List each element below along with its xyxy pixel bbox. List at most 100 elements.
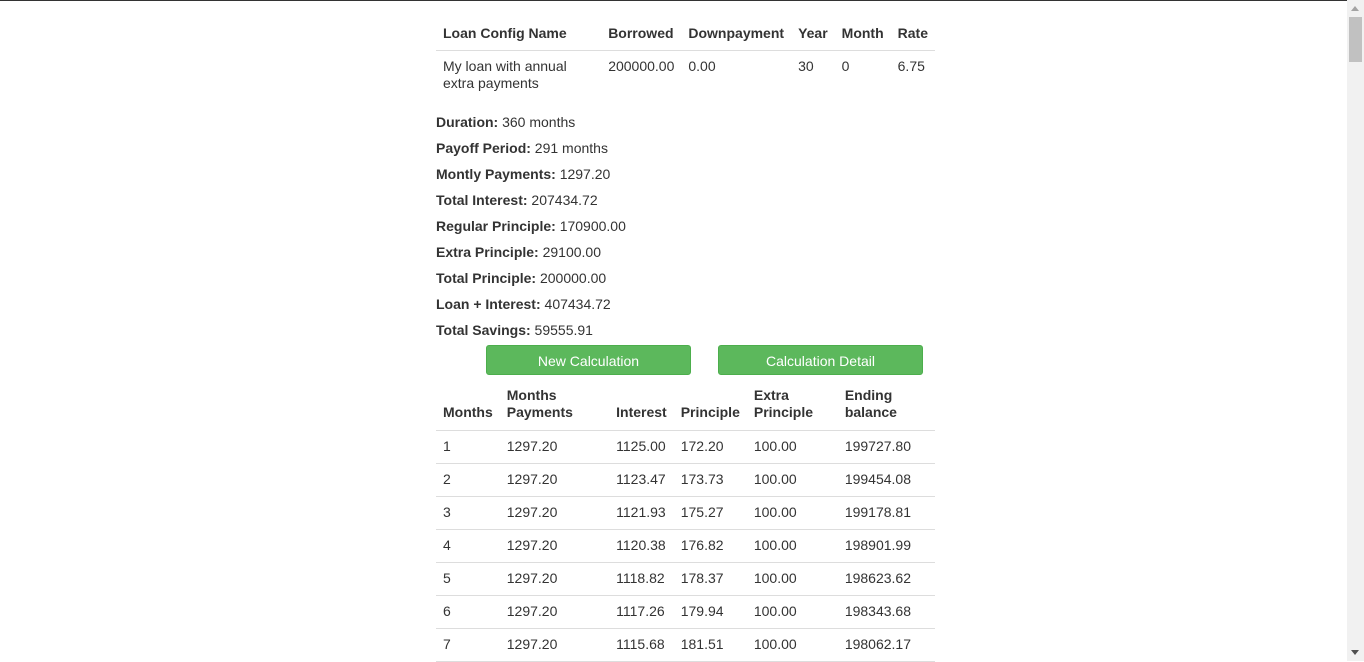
ending-balance-cell: 198901.99 xyxy=(837,529,935,563)
summary-value: 200000.00 xyxy=(539,270,607,286)
month-cell: 5 xyxy=(436,562,500,596)
summary-duration: Duration: 360 months xyxy=(436,114,935,140)
payment-cell: 1297.20 xyxy=(499,496,610,530)
header-interest: Interest xyxy=(616,404,667,420)
amortization-table: Months Months Payments Interest Principl… xyxy=(436,383,935,662)
header-months-payments: Months Payments xyxy=(506,387,573,420)
principle-cell: 181.51 xyxy=(673,628,747,662)
summary-label: Payoff Period: xyxy=(436,140,531,156)
summary-payoff-period: Payoff Period: 291 months xyxy=(436,140,935,166)
config-header-downpayment: Downpayment xyxy=(681,17,792,51)
summary-value: 29100.00 xyxy=(542,244,601,260)
payment-cell: 1297.20 xyxy=(499,463,610,497)
extra-principle-cell: 100.00 xyxy=(746,430,838,464)
table-row: 1 1297.20 1125.00 172.20 100.00 199727.8… xyxy=(436,430,935,464)
summary-label: Total Interest: xyxy=(436,192,528,208)
config-header-row: Loan Config Name Borrowed Downpayment Ye… xyxy=(436,17,935,51)
ending-balance-cell: 198623.62 xyxy=(837,562,935,596)
vertical-scrollbar[interactable] xyxy=(1347,0,1364,661)
table-row: 2 1297.20 1123.47 173.73 100.00 199454.0… xyxy=(436,463,935,497)
summary-value: 360 months xyxy=(502,114,576,130)
principle-cell: 179.94 xyxy=(673,595,747,629)
ending-balance-cell: 199178.81 xyxy=(837,496,935,530)
summary-label: Total Savings: xyxy=(436,322,531,338)
principle-cell: 176.82 xyxy=(673,529,747,563)
summary-label: Montly Payments: xyxy=(436,166,556,182)
interest-cell: 1123.47 xyxy=(609,463,674,497)
table-row: 3 1297.20 1121.93 175.27 100.00 199178.8… xyxy=(436,496,935,530)
scroll-up-arrow-icon[interactable] xyxy=(1347,0,1364,17)
config-row: My loan with annual extra payments 20000… xyxy=(436,51,935,101)
principle-cell: 175.27 xyxy=(673,496,747,530)
summary-value: 291 months xyxy=(534,140,608,156)
config-header-month: Month xyxy=(834,17,891,51)
summary-regular-principle: Regular Principle: 170900.00 xyxy=(436,218,935,244)
new-calculation-button[interactable]: New Calculation xyxy=(486,345,691,375)
header-extra-principle: Extra Principle xyxy=(753,387,813,420)
payment-cell: 1297.20 xyxy=(499,562,610,596)
scroll-down-arrow-icon[interactable] xyxy=(1347,644,1364,661)
loan-config-table: Loan Config Name Borrowed Downpayment Ye… xyxy=(436,17,935,100)
interest-cell: 1121.93 xyxy=(609,496,674,530)
summary-value: 207434.72 xyxy=(531,192,598,208)
table-row: 5 1297.20 1118.82 178.37 100.00 198623.6… xyxy=(436,562,935,596)
config-header-borrowed: Borrowed xyxy=(601,17,682,51)
summary-label: Regular Principle: xyxy=(436,218,556,234)
config-year-cell: 30 xyxy=(798,58,814,74)
extra-principle-cell: 100.00 xyxy=(746,463,838,497)
config-name-cell: My loan with annual extra payments xyxy=(443,58,567,91)
interest-cell: 1115.68 xyxy=(609,628,674,662)
config-header-name: Loan Config Name xyxy=(436,17,602,51)
calculation-detail-button[interactable]: Calculation Detail xyxy=(718,345,923,375)
config-month-cell: 0 xyxy=(841,58,850,74)
table-row: 7 1297.20 1115.68 181.51 100.00 198062.1… xyxy=(436,628,935,662)
header-months: Months xyxy=(443,404,493,420)
principle-cell: 172.20 xyxy=(673,430,747,464)
payment-cell: 1297.20 xyxy=(499,595,610,629)
scrollbar-thumb[interactable] xyxy=(1349,17,1362,62)
config-rate-cell: 6.75 xyxy=(897,58,925,74)
month-cell: 6 xyxy=(436,595,500,629)
config-borrowed-cell: 200000.00 xyxy=(608,58,675,74)
month-cell: 1 xyxy=(436,430,500,464)
extra-principle-cell: 100.00 xyxy=(746,496,838,530)
month-cell: 2 xyxy=(436,463,500,497)
ending-balance-cell: 199727.80 xyxy=(837,430,935,464)
ending-balance-cell: 199454.08 xyxy=(837,463,935,497)
month-cell: 4 xyxy=(436,529,500,563)
summary-monthly-payments: Montly Payments: 1297.20 xyxy=(436,166,935,192)
principle-cell: 178.37 xyxy=(673,562,747,596)
summary-loan-plus-interest: Loan + Interest: 407434.72 xyxy=(436,296,935,322)
extra-principle-cell: 100.00 xyxy=(746,562,838,596)
summary-value: 1297.20 xyxy=(559,166,611,182)
month-cell: 3 xyxy=(436,496,500,530)
month-cell: 7 xyxy=(436,628,500,662)
interest-cell: 1118.82 xyxy=(609,562,674,596)
summary-value: 407434.72 xyxy=(544,296,611,312)
summary-extra-principle: Extra Principle: 29100.00 xyxy=(436,244,935,270)
table-row: 6 1297.20 1117.26 179.94 100.00 198343.6… xyxy=(436,595,935,629)
payment-cell: 1297.20 xyxy=(499,430,610,464)
config-downpayment-cell: 0.00 xyxy=(688,58,716,74)
main-content: Loan Config Name Borrowed Downpayment Ye… xyxy=(436,0,935,662)
interest-cell: 1120.38 xyxy=(609,529,674,563)
table-row: 4 1297.20 1120.38 176.82 100.00 198901.9… xyxy=(436,529,935,563)
config-header-year: Year xyxy=(791,17,835,51)
extra-principle-cell: 100.00 xyxy=(746,628,838,662)
summary-value: 170900.00 xyxy=(559,218,626,234)
action-buttons: New Calculation Calculation Detail xyxy=(436,345,935,383)
ending-balance-cell: 198062.17 xyxy=(837,628,935,662)
summary-total-principle: Total Principle: 200000.00 xyxy=(436,270,935,296)
summary-label: Total Principle: xyxy=(436,270,537,286)
summary-label: Duration: xyxy=(436,114,499,130)
summary-value: 59555.91 xyxy=(534,322,593,338)
payment-cell: 1297.20 xyxy=(499,529,610,563)
extra-principle-cell: 100.00 xyxy=(746,595,838,629)
config-header-rate: Rate xyxy=(890,17,935,51)
summary-label: Extra Principle: xyxy=(436,244,539,260)
header-principle: Principle xyxy=(680,404,740,420)
loan-summary: Duration: 360 months Payoff Period: 291 … xyxy=(436,114,935,348)
ending-balance-cell: 198343.68 xyxy=(837,595,935,629)
amortization-header-row: Months Months Payments Interest Principl… xyxy=(436,383,935,431)
interest-cell: 1117.26 xyxy=(609,595,674,629)
